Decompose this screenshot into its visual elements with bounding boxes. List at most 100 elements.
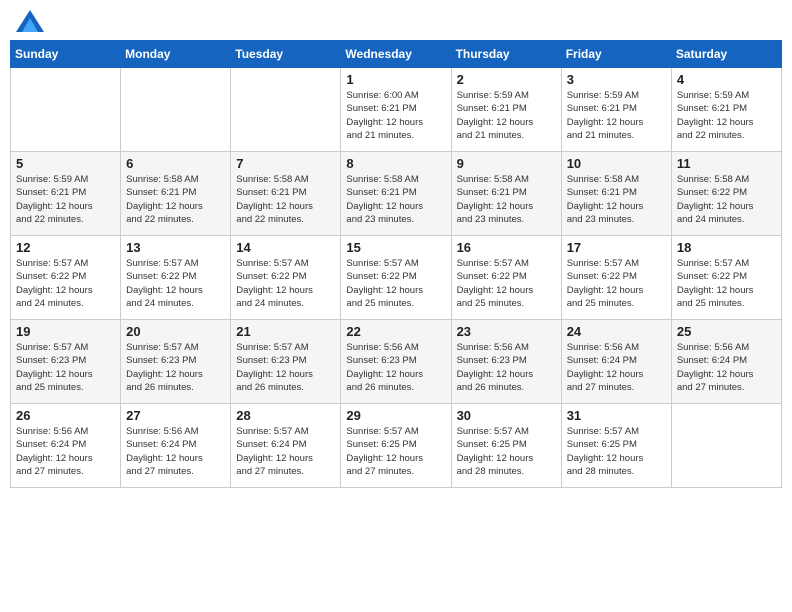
day-info: Sunrise: 5:59 AM Sunset: 6:21 PM Dayligh… (16, 173, 115, 226)
cell-content: 5Sunrise: 5:59 AM Sunset: 6:21 PM Daylig… (16, 156, 115, 231)
calendar-cell: 2 Sunrise: 5:59 AM Sunset: 6:21 PM Daylig… (451, 68, 561, 152)
cell-content: 9Sunrise: 5:58 AM Sunset: 6:21 PM Daylig… (457, 156, 556, 231)
weekday-header-row: SundayMondayTuesdayWednesdayThursdayFrid… (11, 41, 782, 68)
day-info: Sunrise: 5:57 AM Sunset: 6:22 PM Dayligh… (16, 257, 115, 310)
day-number: 4 (677, 72, 776, 87)
calendar-cell: 3Sunrise: 5:59 AM Sunset: 6:21 PM Daylig… (561, 68, 671, 152)
day-info: Sunrise: 5:56 AM Sunset: 6:24 PM Dayligh… (567, 341, 666, 394)
day-info: Sunrise: 5:56 AM Sunset: 6:24 PM Dayligh… (677, 341, 776, 394)
day-number: 6 (126, 156, 225, 171)
day-number: 7 (236, 156, 335, 171)
calendar-cell: 28Sunrise: 5:57 AM Sunset: 6:24 PM Dayli… (231, 404, 341, 488)
cell-content: 2 Sunrise: 5:59 AM Sunset: 6:21 PM Daylig… (457, 72, 556, 147)
calendar-cell: 6 Sunrise: 5:58 AM Sunset: 6:21 PM Daylig… (121, 152, 231, 236)
day-number: 25 (677, 324, 776, 339)
cell-content: 3Sunrise: 5:59 AM Sunset: 6:21 PM Daylig… (567, 72, 666, 147)
calendar-cell: 7 Sunrise: 5:58 AM Sunset: 6:21 PM Daylig… (231, 152, 341, 236)
day-number: 21 (236, 324, 335, 339)
day-info: Sunrise: 5:57 AM Sunset: 6:23 PM Dayligh… (126, 341, 225, 394)
calendar-cell: 8 Sunrise: 5:58 AM Sunset: 6:21 PM Daylig… (341, 152, 451, 236)
calendar-cell: 25 Sunrise: 5:56 AM Sunset: 6:24 PM Dayli… (671, 320, 781, 404)
day-info: Sunrise: 5:59 AM Sunset: 6:21 PM Dayligh… (457, 89, 556, 142)
calendar-cell: 11Sunrise: 5:58 AM Sunset: 6:22 PM Dayli… (671, 152, 781, 236)
day-info: Sunrise: 5:56 AM Sunset: 6:23 PM Dayligh… (346, 341, 445, 394)
day-number: 12 (16, 240, 115, 255)
day-info: Sunrise: 5:58 AM Sunset: 6:21 PM Dayligh… (346, 173, 445, 226)
calendar-cell: 22Sunrise: 5:56 AM Sunset: 6:23 PM Dayli… (341, 320, 451, 404)
day-number: 26 (16, 408, 115, 423)
calendar-cell: 30Sunrise: 5:57 AM Sunset: 6:25 PM Dayli… (451, 404, 561, 488)
calendar-week-row: 19Sunrise: 5:57 AM Sunset: 6:23 PM Dayli… (11, 320, 782, 404)
cell-content: 16Sunrise: 5:57 AM Sunset: 6:22 PM Dayli… (457, 240, 556, 315)
day-info: Sunrise: 5:57 AM Sunset: 6:23 PM Dayligh… (16, 341, 115, 394)
day-number: 15 (346, 240, 445, 255)
day-info: Sunrise: 5:57 AM Sunset: 6:22 PM Dayligh… (126, 257, 225, 310)
cell-content: 14Sunrise: 5:57 AM Sunset: 6:22 PM Dayli… (236, 240, 335, 315)
cell-content: 6 Sunrise: 5:58 AM Sunset: 6:21 PM Daylig… (126, 156, 225, 231)
cell-content: 22Sunrise: 5:56 AM Sunset: 6:23 PM Dayli… (346, 324, 445, 399)
day-number: 17 (567, 240, 666, 255)
day-info: Sunrise: 5:59 AM Sunset: 6:21 PM Dayligh… (677, 89, 776, 142)
day-info: Sunrise: 5:57 AM Sunset: 6:22 PM Dayligh… (677, 257, 776, 310)
weekday-header-wednesday: Wednesday (341, 41, 451, 68)
day-info: Sunrise: 5:58 AM Sunset: 6:21 PM Dayligh… (567, 173, 666, 226)
day-info: Sunrise: 5:56 AM Sunset: 6:24 PM Dayligh… (16, 425, 115, 478)
cell-content: 1 Sunrise: 6:00 AM Sunset: 6:21 PM Daylig… (346, 72, 445, 147)
day-info: Sunrise: 5:57 AM Sunset: 6:24 PM Dayligh… (236, 425, 335, 478)
cell-content: 31Sunrise: 5:57 AM Sunset: 6:25 PM Dayli… (567, 408, 666, 483)
cell-content: 13 Sunrise: 5:57 AM Sunset: 6:22 PM Dayli… (126, 240, 225, 315)
calendar-cell: 14Sunrise: 5:57 AM Sunset: 6:22 PM Dayli… (231, 236, 341, 320)
calendar-table: SundayMondayTuesdayWednesdayThursdayFrid… (10, 40, 782, 488)
cell-content: 26 Sunrise: 5:56 AM Sunset: 6:24 PM Dayli… (16, 408, 115, 483)
cell-content: 17Sunrise: 5:57 AM Sunset: 6:22 PM Dayli… (567, 240, 666, 315)
weekday-header-sunday: Sunday (11, 41, 121, 68)
weekday-header-friday: Friday (561, 41, 671, 68)
cell-content: 29Sunrise: 5:57 AM Sunset: 6:25 PM Dayli… (346, 408, 445, 483)
day-number: 23 (457, 324, 556, 339)
day-info: Sunrise: 5:57 AM Sunset: 6:25 PM Dayligh… (567, 425, 666, 478)
cell-content: 15 Sunrise: 5:57 AM Sunset: 6:22 PM Dayli… (346, 240, 445, 315)
day-number: 1 (346, 72, 445, 87)
day-info: Sunrise: 5:58 AM Sunset: 6:21 PM Dayligh… (126, 173, 225, 226)
day-number: 27 (126, 408, 225, 423)
cell-content: 18 Sunrise: 5:57 AM Sunset: 6:22 PM Dayli… (677, 240, 776, 315)
day-info: Sunrise: 6:00 AM Sunset: 6:21 PM Dayligh… (346, 89, 445, 142)
cell-content: 28Sunrise: 5:57 AM Sunset: 6:24 PM Dayli… (236, 408, 335, 483)
cell-content: 23 Sunrise: 5:56 AM Sunset: 6:23 PM Dayli… (457, 324, 556, 399)
weekday-header-monday: Monday (121, 41, 231, 68)
cell-content: 7 Sunrise: 5:58 AM Sunset: 6:21 PM Daylig… (236, 156, 335, 231)
day-number: 2 (457, 72, 556, 87)
calendar-week-row: 26 Sunrise: 5:56 AM Sunset: 6:24 PM Dayli… (11, 404, 782, 488)
calendar-cell: 31Sunrise: 5:57 AM Sunset: 6:25 PM Dayli… (561, 404, 671, 488)
day-number: 13 (126, 240, 225, 255)
cell-content: 11Sunrise: 5:58 AM Sunset: 6:22 PM Dayli… (677, 156, 776, 231)
calendar-cell: 24Sunrise: 5:56 AM Sunset: 6:24 PM Dayli… (561, 320, 671, 404)
cell-content: 24Sunrise: 5:56 AM Sunset: 6:24 PM Dayli… (567, 324, 666, 399)
calendar-cell: 12 Sunrise: 5:57 AM Sunset: 6:22 PM Dayli… (11, 236, 121, 320)
day-info: Sunrise: 5:57 AM Sunset: 6:22 PM Dayligh… (346, 257, 445, 310)
cell-content: 8 Sunrise: 5:58 AM Sunset: 6:21 PM Daylig… (346, 156, 445, 231)
calendar-week-row: 12 Sunrise: 5:57 AM Sunset: 6:22 PM Dayli… (11, 236, 782, 320)
day-number: 18 (677, 240, 776, 255)
day-info: Sunrise: 5:58 AM Sunset: 6:21 PM Dayligh… (236, 173, 335, 226)
cell-content: 27Sunrise: 5:56 AM Sunset: 6:24 PM Dayli… (126, 408, 225, 483)
cell-content: 4 Sunrise: 5:59 AM Sunset: 6:21 PM Daylig… (677, 72, 776, 147)
day-number: 14 (236, 240, 335, 255)
cell-content: 20Sunrise: 5:57 AM Sunset: 6:23 PM Dayli… (126, 324, 225, 399)
cell-content: 21 Sunrise: 5:57 AM Sunset: 6:23 PM Dayli… (236, 324, 335, 399)
day-number: 10 (567, 156, 666, 171)
cell-content: 30Sunrise: 5:57 AM Sunset: 6:25 PM Dayli… (457, 408, 556, 483)
calendar-cell (11, 68, 121, 152)
weekday-header-thursday: Thursday (451, 41, 561, 68)
calendar-week-row: 1 Sunrise: 6:00 AM Sunset: 6:21 PM Daylig… (11, 68, 782, 152)
calendar-cell: 10 Sunrise: 5:58 AM Sunset: 6:21 PM Dayli… (561, 152, 671, 236)
day-info: Sunrise: 5:57 AM Sunset: 6:23 PM Dayligh… (236, 341, 335, 394)
calendar-cell: 15 Sunrise: 5:57 AM Sunset: 6:22 PM Dayli… (341, 236, 451, 320)
day-number: 29 (346, 408, 445, 423)
day-number: 8 (346, 156, 445, 171)
logo (14, 10, 44, 32)
page-header (10, 10, 782, 32)
day-info: Sunrise: 5:56 AM Sunset: 6:23 PM Dayligh… (457, 341, 556, 394)
day-number: 9 (457, 156, 556, 171)
cell-content: 10 Sunrise: 5:58 AM Sunset: 6:21 PM Dayli… (567, 156, 666, 231)
